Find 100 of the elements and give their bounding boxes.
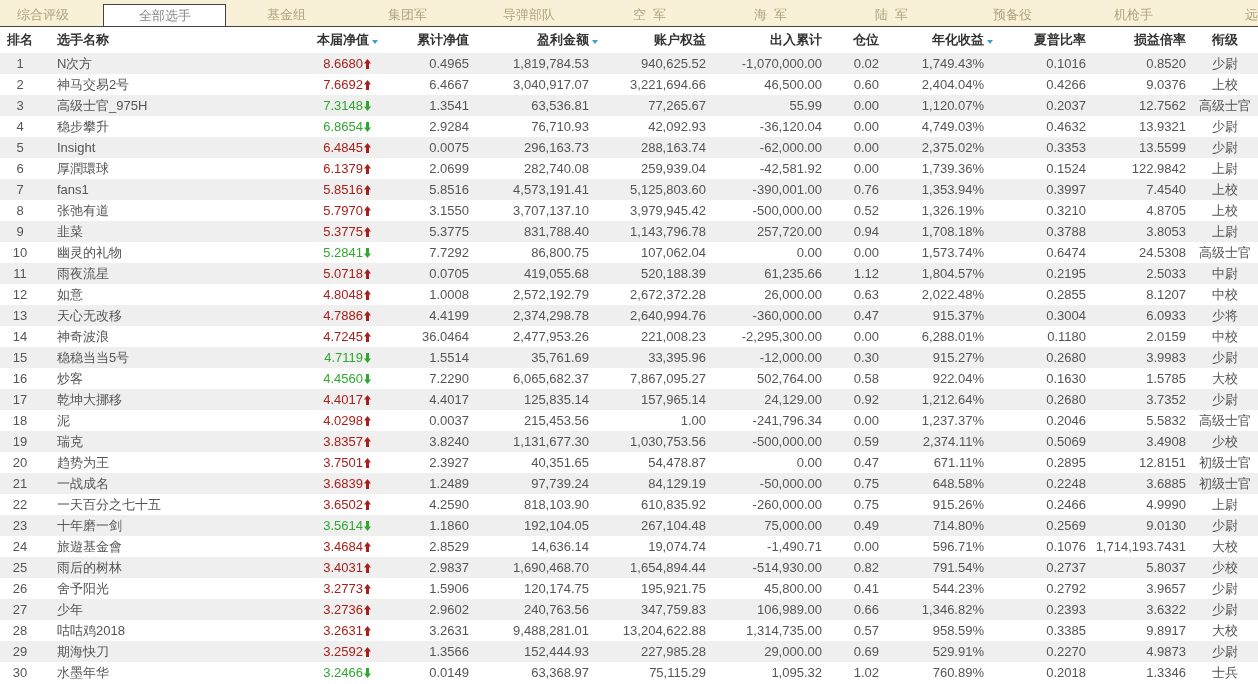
table-cell-text: 高级士官	[1199, 411, 1251, 430]
table-row[interactable]: 25 雨后的树林 3.4031 2.9837 1,690,468.70 1,654,894.44 -514,930.00 0.82 791.54% 0.2737 5.8037 少校	[0, 557, 1258, 578]
table-cell-text: 76,710.93	[531, 117, 589, 136]
table-cell-text: -36,120.04	[759, 117, 822, 136]
table-cell-text: 0.3997	[1046, 180, 1086, 199]
table-cell-text: 1.12	[853, 264, 879, 283]
table-row[interactable]: 1 N次方 8.6680 0.4965 1,819,784.53 940,625.52 -1,070,000.00 0.02 1,749.43% 0.1016 0.8520 少尉	[0, 53, 1258, 74]
column-header[interactable]: 选手名称	[57, 30, 109, 50]
column-header[interactable]: 排名	[7, 30, 33, 50]
column-header[interactable]: 衔级	[1212, 30, 1238, 50]
table-cell-text: 2,477,953.26	[513, 327, 589, 346]
table-cell-text: 高级士官	[1199, 96, 1251, 115]
column-header[interactable]: 盈利金额	[537, 30, 589, 50]
table-row[interactable]: 11 雨夜流星 5.0718 0.0705 419,055.68 520,188.39 61,235.66 1.12 1,804.57% 0.2195 2.5033 中尉	[0, 263, 1258, 284]
table-cell-text: 0.63	[853, 285, 879, 304]
table-cell-text: 9.0376	[1146, 75, 1186, 94]
table-cell-text: -241,796.34	[752, 411, 822, 430]
table-cell-text: 35,761.69	[531, 348, 589, 367]
arrow-up-icon	[364, 394, 371, 405]
table-cell-text: 0.69	[853, 642, 879, 661]
column-header[interactable]: 本届净值	[317, 30, 369, 50]
table-cell-text: 42,092.93	[648, 117, 706, 136]
table-row[interactable]: 19 瑞克 3.8357 3.8240 1,131,677.30 1,030,753.56 -500,000.00 0.59 2,374.11% 0.5069 3.4908 少校	[0, 431, 1258, 452]
table-cell-text: 舍予阳光	[57, 579, 109, 598]
table-cell-text: 5	[16, 138, 24, 157]
table-cell-text: 2.3927	[429, 453, 469, 472]
table-cell-text: 高级士官	[1199, 243, 1251, 262]
table-cell-text: 0.2046	[1046, 411, 1086, 430]
table-row[interactable]: 17 乾坤大挪移 4.4017 4.4017 125,835.14 157,965.14 24,129.00 0.92 1,212.64% 0.2680 3.7352 少尉	[0, 389, 1258, 410]
table-cell-text: 40,351.65	[531, 453, 589, 472]
table-cell-text: 3.2592	[323, 642, 363, 661]
table-cell-text: 54,478.87	[648, 453, 706, 472]
table-row[interactable]: 21 一战成名 3.6839 1.2489 97,739.24 84,129.19 -50,000.00 0.75 648.58% 0.2248 3.6885 初级士官	[0, 473, 1258, 494]
table-cell-text: 0.52	[853, 201, 879, 220]
table-row[interactable]: 27 少年 3.2736 2.9602 240,763.56 347,759.83 106,989.00 0.66 1,346.82% 0.2393 3.6322 少尉	[0, 599, 1258, 620]
table-cell-text: 少校	[1212, 432, 1238, 451]
table-cell-text: 3.8240	[429, 432, 469, 451]
tab[interactable]: 全部选手	[103, 4, 226, 26]
table-row[interactable]: 7 fans1 5.8516 5.8516 4,573,191.41 5,125,803.60 -390,001.00 0.76 1,353.94% 0.3997 7.4540 上校	[0, 179, 1258, 200]
table-cell-text: 少尉	[1212, 138, 1238, 157]
table-cell-text: 6	[16, 159, 24, 178]
table-cell-text: 1.00	[680, 411, 706, 430]
table-cell-text: 25	[12, 558, 28, 577]
table-cell-text: 4	[16, 117, 24, 136]
column-header[interactable]: 损益倍率	[1134, 30, 1186, 50]
table-cell-text: 神马交易2号	[57, 75, 130, 94]
column-header[interactable]: 账户权益	[654, 30, 706, 50]
table-cell-text: 55.99	[789, 96, 822, 115]
table-cell-text: 0.2737	[1046, 558, 1086, 577]
table-cell-text: 288,163.74	[640, 138, 706, 157]
arrow-down-icon	[364, 247, 371, 258]
table-cell-text: 6.0933	[1146, 306, 1186, 325]
column-header[interactable]: 年化收益	[932, 30, 984, 50]
column-header[interactable]: 仓位	[853, 30, 879, 50]
table-cell-text: 3,040,917.07	[513, 75, 589, 94]
arrow-up-icon	[364, 541, 371, 552]
table-cell-text: 0.00	[853, 159, 879, 178]
table-cell-text: 24.5308	[1139, 243, 1186, 262]
arrow-up-icon	[364, 310, 371, 321]
table-cell-text: 3,979,945.42	[630, 201, 706, 220]
table-cell-text: 稳步攀升	[57, 117, 109, 136]
table-cell-text: 3.5614	[323, 516, 363, 535]
table-cell-text: 3.6322	[1146, 600, 1186, 619]
arrow-up-icon	[364, 478, 371, 489]
table-cell-text: 雨后的树林	[57, 558, 122, 577]
table-cell-text: 0.1524	[1046, 159, 1086, 178]
table-cell-text: 3.2631	[323, 621, 363, 640]
table-cell-text: 12	[12, 285, 28, 304]
table-cell-text: 21	[12, 474, 28, 493]
table-row[interactable]: 29 期海快刀 3.2592 1.3566 152,444.93 227,985.28 29,000.00 0.69 529.91% 0.2270 4.9873 少尉	[0, 641, 1258, 662]
table-cell-text: 4.9990	[1146, 495, 1186, 514]
table-cell-text: 10	[12, 243, 28, 262]
table-cell-text: 227,985.28	[640, 642, 706, 661]
table-row[interactable]: 15 稳稳当当5号 4.7119 1.5514 35,761.69 33,395.96 -12,000.00 0.30 915.27% 0.2680 3.9983 少尉	[0, 347, 1258, 368]
column-header[interactable]: 累计净值	[417, 30, 469, 50]
table-cell-text: -390,001.00	[752, 180, 822, 199]
arrow-up-icon	[364, 163, 371, 174]
table-row[interactable]: 3 高级士官_975H 7.3148 1.3541 63,536.81 77,265.67 55.99 0.00 1,120.07% 0.2037 12.7562 高级士官	[0, 95, 1258, 116]
table-cell-text: 760.89%	[932, 663, 984, 682]
table-cell-text: 1,739.36%	[921, 159, 984, 178]
column-header[interactable]: 出入累计	[770, 30, 822, 50]
column-header[interactable]: 夏普比率	[1034, 30, 1086, 50]
table-cell-text: 14,636.14	[531, 537, 589, 556]
table-cell-text: 0.00	[853, 411, 879, 430]
table-cell-text: 0.2680	[1046, 348, 1086, 367]
table-cell-text: 0.0075	[429, 138, 469, 157]
table-cell-text: 20	[12, 453, 28, 472]
table-cell-text: 0.2195	[1046, 264, 1086, 283]
table-row[interactable]: 9 韭菜 5.3775 5.3775 831,788.40 1,143,796.78 257,720.00 0.94 1,708.18% 0.3788 3.8053 上尉	[0, 221, 1258, 242]
table-row[interactable]: 23 十年磨一剑 3.5614 1.1860 192,104.05 267,104.48 75,000.00 0.49 714.80% 0.2569 9.0130 少尉	[0, 515, 1258, 536]
table-cell-text: 1.3346	[1146, 663, 1186, 682]
table-cell-text: -1,070,000.00	[741, 54, 822, 73]
arrow-down-icon	[364, 121, 371, 132]
table-row[interactable]: 13 天心无改移 4.7886 4.4199 2,374,298.78 2,640,994.76 -360,000.00 0.47 915.37% 0.3004 6.0933 少将	[0, 305, 1258, 326]
table-cell-text: 0.2792	[1046, 579, 1086, 598]
table-cell-text: 4.8048	[323, 285, 363, 304]
table-row[interactable]: 5 Insight 6.4845 0.0075 296,163.73 288,163.74 -62,000.00 0.00 2,375.02% 0.3353 13.5599 少尉	[0, 137, 1258, 158]
table-cell-text: 0.3385	[1046, 621, 1086, 640]
table-cell-text: 2,572,192.79	[513, 285, 589, 304]
table-cell-text: 257,720.00	[756, 222, 822, 241]
